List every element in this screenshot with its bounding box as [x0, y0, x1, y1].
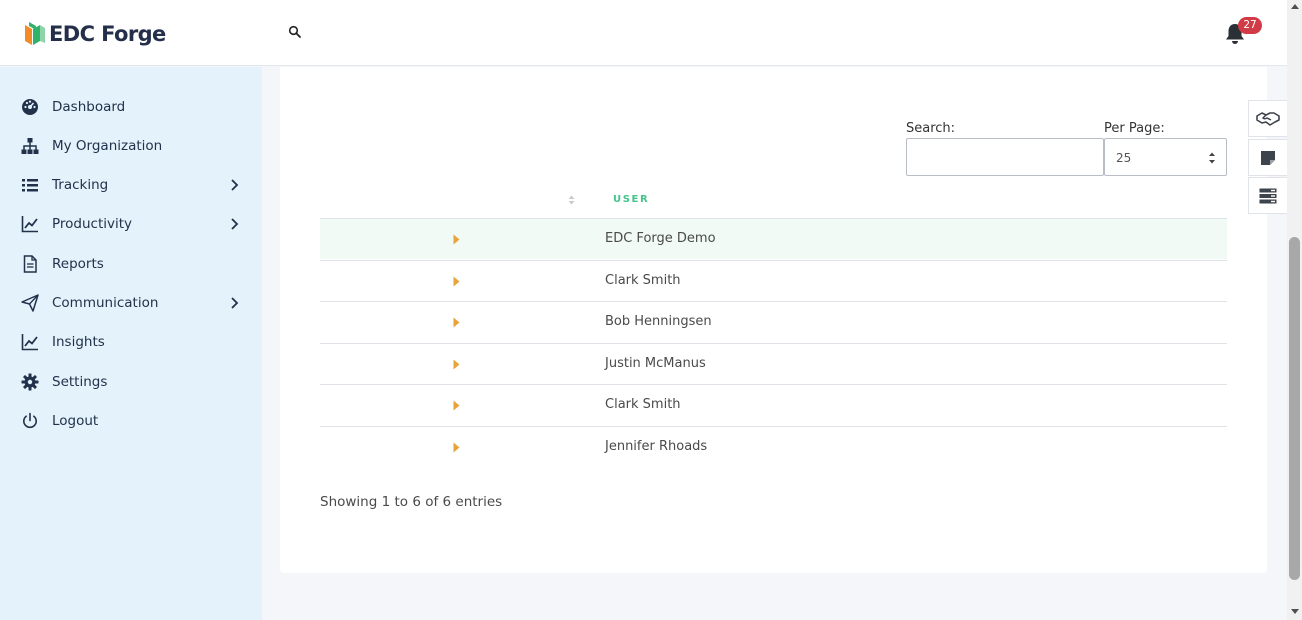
- org-chart-icon: [21, 137, 39, 155]
- table-row[interactable]: Bob Henningsen: [320, 301, 1227, 342]
- chevron-right-icon: [231, 178, 239, 191]
- user-name: Bob Henningsen: [605, 314, 712, 329]
- table-info: Showing 1 to 6 of 6 entries: [320, 494, 503, 510]
- table-row[interactable]: Justin McManus: [320, 343, 1227, 384]
- sidebar-item-label: Insights: [52, 333, 105, 350]
- dashboard-gauge-icon: [21, 98, 39, 116]
- user-name: Clark Smith: [605, 273, 681, 288]
- sidebar-item-label: Tracking: [52, 176, 109, 193]
- user-name: Jennifer Rhoads: [605, 439, 708, 454]
- sidebar-item-communication[interactable]: Communication: [0, 283, 262, 322]
- logo[interactable]: EDC Forge: [24, 19, 166, 49]
- sidebar-item-label: Logout: [52, 412, 99, 429]
- caret-right-icon[interactable]: [453, 276, 460, 287]
- user-name: EDC Forge Demo: [605, 231, 716, 246]
- table-search-input[interactable]: [906, 138, 1104, 176]
- sticky-note-icon: [1261, 150, 1275, 165]
- caret-right-icon[interactable]: [453, 442, 460, 453]
- sidebar-item-label: Communication: [52, 294, 159, 311]
- line-chart-icon: [21, 215, 39, 233]
- search-icon[interactable]: [288, 25, 302, 39]
- handshake-icon: [1256, 111, 1280, 126]
- server-icon: [1259, 188, 1277, 203]
- chevron-right-icon: [231, 217, 239, 230]
- per-page-value: 25: [1116, 151, 1132, 165]
- sidebar-item-tracking[interactable]: Tracking: [0, 165, 262, 204]
- sidebar-item-dashboard[interactable]: Dashboard: [0, 87, 262, 126]
- sidebar-item-label: Reports: [52, 255, 104, 272]
- sidebar: Dashboard My Organization Tracking Produ…: [0, 67, 262, 620]
- chevron-right-icon: [231, 296, 239, 309]
- sidebar-item-label: Dashboard: [52, 98, 126, 115]
- caret-right-icon[interactable]: [453, 234, 460, 245]
- sidebar-item-productivity[interactable]: Productivity: [0, 204, 262, 243]
- vertical-scrollbar[interactable]: [1287, 0, 1302, 620]
- top-header: EDC Forge 27: [0, 0, 1287, 66]
- line-chart-icon: [21, 333, 39, 351]
- user-name: Justin McManus: [605, 356, 706, 371]
- scrollbar-thumb[interactable]: [1289, 237, 1300, 580]
- server-button[interactable]: [1248, 177, 1287, 214]
- sidebar-item-label: My Organization: [52, 137, 163, 154]
- user-name: Clark Smith: [605, 397, 681, 412]
- column-header-user[interactable]: USER: [613, 194, 649, 205]
- gear-icon: [21, 373, 39, 391]
- table-row[interactable]: EDC Forge Demo: [320, 218, 1227, 259]
- scroll-up-arrow-icon[interactable]: [1291, 4, 1299, 9]
- search-label: Search:: [906, 121, 956, 136]
- handshake-button[interactable]: [1248, 100, 1287, 137]
- sidebar-item-label: Productivity: [52, 215, 133, 232]
- caret-right-icon[interactable]: [453, 359, 460, 370]
- sticky-note-button[interactable]: [1248, 139, 1287, 176]
- per-page-select[interactable]: 25: [1104, 138, 1227, 176]
- paper-plane-icon: [21, 293, 39, 312]
- sidebar-item-label: Settings: [52, 373, 108, 390]
- scroll-down-arrow-icon[interactable]: [1291, 609, 1299, 614]
- logo-text: EDC Forge: [49, 22, 166, 46]
- sidebar-item-insights[interactable]: Insights: [0, 322, 262, 361]
- sidebar-item-settings[interactable]: Settings: [0, 362, 262, 401]
- per-page-label: Per Page:: [1104, 121, 1165, 136]
- table-row[interactable]: Jennifer Rhoads: [320, 426, 1227, 467]
- table-row[interactable]: Clark Smith: [320, 384, 1227, 425]
- list-icon: [21, 176, 39, 194]
- document-icon: [21, 254, 39, 273]
- notification-badge: 27: [1238, 17, 1262, 34]
- sidebar-item-my-organization[interactable]: My Organization: [0, 126, 262, 165]
- power-icon: [21, 412, 39, 430]
- sidebar-item-logout[interactable]: Logout: [0, 401, 262, 440]
- caret-right-icon[interactable]: [453, 400, 460, 411]
- caret-right-icon[interactable]: [453, 317, 460, 328]
- sidebar-item-reports[interactable]: Reports: [0, 244, 262, 283]
- sort-icon[interactable]: [568, 195, 575, 205]
- select-arrows-icon: [1209, 152, 1215, 164]
- table-row[interactable]: Clark Smith: [320, 260, 1227, 301]
- logo-mark-icon: [25, 22, 45, 45]
